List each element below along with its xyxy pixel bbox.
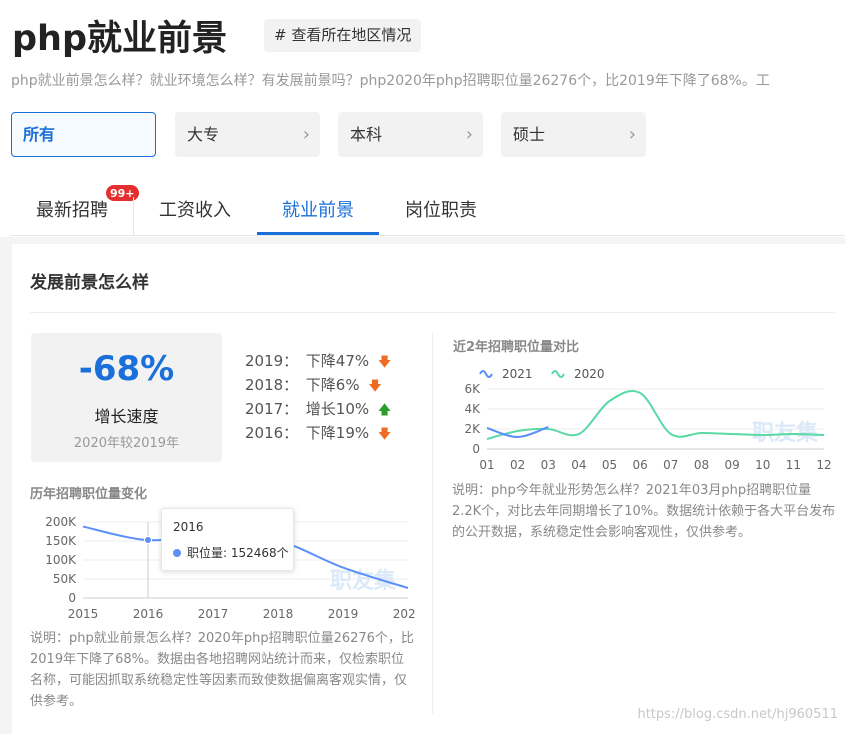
x-tick-label: 03	[541, 458, 556, 472]
legend-swatch-icon	[551, 370, 565, 378]
year-label: 2016：	[245, 424, 299, 442]
chevron-right-icon: ›	[628, 124, 636, 145]
list-item: 2018： 下降6% 🡇	[245, 374, 391, 398]
list-item: 2017： 增长10% 🡅	[245, 398, 391, 422]
series-dot-icon	[173, 549, 181, 557]
y-tick-label: 0	[472, 442, 480, 456]
x-tick-label: 07	[663, 458, 678, 472]
filter-label: 硕士	[513, 125, 546, 144]
tab-latest-jobs[interactable]: 最新招聘 99+	[11, 184, 140, 235]
divider	[30, 312, 835, 313]
x-tick-label: 12	[816, 458, 831, 472]
chevron-right-icon: ›	[302, 124, 310, 145]
arrow-down-icon: 🡇	[377, 427, 392, 442]
arrow-down-icon: 🡇	[377, 355, 392, 370]
y-tick-label: 4K	[464, 402, 481, 416]
growth-rate-value: -68%	[78, 349, 175, 389]
compare-chart-title: 近2年招聘职位量对比	[453, 340, 580, 355]
growth-rate-note: 2020年较2019年	[73, 436, 180, 451]
x-tick-label: 08	[694, 458, 709, 472]
data-point	[144, 536, 152, 545]
y-tick-label: 150K	[45, 534, 77, 548]
year-label: 2019：	[245, 352, 299, 370]
history-chart-title: 历年招聘职位量变化	[30, 487, 148, 502]
y-tick-label: 50K	[53, 572, 77, 586]
page-header: php就业前景 # 查看所在地区情况	[12, 8, 842, 59]
legend-label: 2020	[574, 367, 605, 381]
panel-title: 发展前景怎么样	[30, 273, 149, 293]
x-tick-label: 2015	[68, 607, 99, 621]
x-tick-label: 04	[571, 458, 586, 472]
filter-bachelor[interactable]: 本科 ›	[338, 112, 483, 157]
page-subtitle: php就业前景怎么样？就业环境怎么样？有发展前景吗？php2020年php招聘职…	[11, 73, 770, 89]
filter-all[interactable]: 所有	[11, 112, 156, 157]
list-item: 2019： 下降47% 🡇	[245, 350, 391, 374]
filter-master[interactable]: 硕士 ›	[501, 112, 646, 157]
history-chart-note: 说明：php就业前景怎么样？2020年php招聘职位量26276个，比2019年…	[30, 631, 414, 709]
tooltip-row: 职位量: 152468个	[173, 544, 289, 561]
list-item: 2016： 下降19% 🡇	[245, 422, 391, 446]
x-tick-label: 2018	[263, 607, 294, 621]
chevron-right-icon: ›	[465, 124, 473, 145]
tab-salary[interactable]: 工资收入	[134, 187, 256, 235]
compare-line-chart: 0 2K 4K 6K 01 02 03 04 05 06 07 08 09 10 11 12 2021 2020 职…	[464, 367, 831, 472]
y-tick-label: 2K	[464, 422, 481, 436]
x-tick-label: 01	[479, 458, 494, 472]
y-tick-label: 200K	[45, 515, 77, 529]
y-tick-label: 6K	[464, 382, 481, 396]
x-tick-label: 2016	[133, 607, 164, 621]
chart-watermark: 职友集	[752, 420, 819, 446]
tab-label: 岗位职责	[405, 200, 477, 221]
section-tabs: 最新招聘 99+ 工资收入 就业前景 岗位职责	[11, 184, 845, 236]
tab-label: 就业前景	[282, 200, 354, 221]
filter-associate[interactable]: 大专 ›	[175, 112, 320, 157]
year-label: 2017：	[245, 400, 299, 418]
tab-duties[interactable]: 岗位职责	[380, 187, 502, 235]
filter-label: 本科	[350, 125, 383, 144]
legend-swatch-icon	[479, 370, 493, 378]
page-title: php就业前景	[12, 19, 228, 59]
x-tick-label: 11	[786, 458, 801, 472]
filter-label: 所有	[23, 125, 56, 144]
change-text: 增长10%	[305, 400, 370, 418]
tab-label: 最新招聘	[36, 200, 108, 221]
y-tick-label: 100K	[45, 553, 77, 567]
arrow-up-icon: 🡅	[377, 403, 392, 418]
change-text: 下降19%	[305, 424, 370, 442]
tooltip-title: 2016	[173, 520, 204, 534]
legend-label: 2021	[502, 367, 533, 381]
x-tick-label: 09	[724, 458, 739, 472]
tooltip-value: 职位量: 152468个	[187, 546, 289, 560]
region-info-button[interactable]: # 查看所在地区情况	[264, 19, 422, 52]
x-tick-label: 2020	[393, 607, 415, 621]
yearly-change-list: 2019： 下降47% 🡇 2018： 下降6% 🡇 2017： 增长10% 🡅…	[245, 350, 391, 446]
x-tick-label: 05	[602, 458, 617, 472]
x-tick-label: 2019	[328, 607, 359, 621]
year-label: 2018：	[245, 376, 299, 394]
x-tick-label: 2017	[198, 607, 229, 621]
y-tick-label: 0	[68, 591, 76, 605]
filter-label: 大专	[187, 125, 220, 144]
tab-label: 工资收入	[159, 200, 231, 221]
change-text: 下降47%	[305, 352, 370, 370]
compare-chart-note: 说明：php今年就业形势怎么样？2021年03月php招聘职位量2.2K个，对比…	[452, 483, 836, 540]
change-text: 下降6%	[305, 376, 360, 394]
x-tick-label: 10	[755, 458, 770, 472]
arrow-down-icon: 🡇	[368, 379, 382, 394]
x-tick-label: 06	[633, 458, 648, 472]
chart-tooltip: 2016 职位量: 152468个	[161, 508, 294, 571]
growth-rate-label: 增长速度	[94, 407, 159, 426]
growth-summary-card: -68% 增长速度 2020年较2019年	[31, 333, 222, 462]
divider	[432, 332, 433, 714]
x-tick-label: 02	[510, 458, 525, 472]
prospects-panel: 发展前景怎么样 -68% 增长速度 2020年较2019年 2019： 下降47…	[12, 244, 845, 734]
tab-prospects[interactable]: 就业前景	[257, 187, 379, 235]
source-watermark: https://blog.csdn.net/hj960511	[637, 707, 838, 722]
